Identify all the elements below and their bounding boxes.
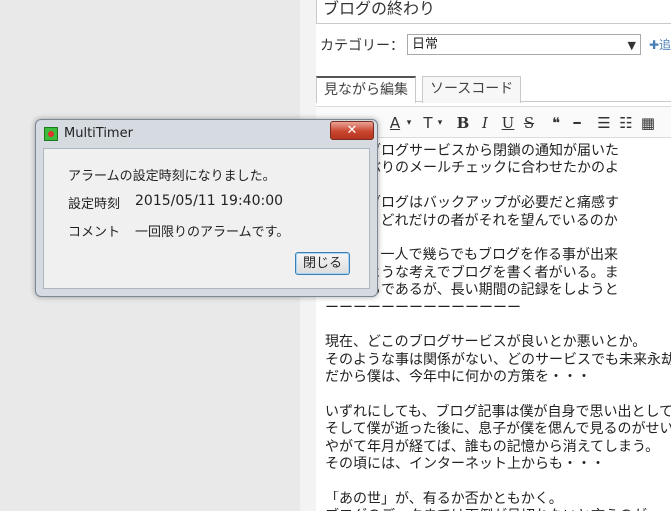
post-body-line <box>325 473 671 490</box>
tab-source-code[interactable]: ソースコード <box>422 76 522 103</box>
close-icon: ✕ <box>346 123 358 138</box>
category-selected-value: 日常 <box>412 37 439 52</box>
category-select[interactable]: 日常 ▼ <box>407 34 641 55</box>
font-color-dropdown-icon[interactable]: ▾ <box>404 113 414 133</box>
bold-button[interactable]: B <box>454 113 472 133</box>
underline-button[interactable]: U <box>499 113 517 133</box>
dialog-body: アラームの設定時刻になりました。 設定時刻 2015/05/11 19:40:0… <box>43 148 370 289</box>
alarm-message: アラームの設定時刻になりました。 <box>68 169 276 184</box>
font-family-button[interactable]: T <box>420 113 436 133</box>
dialog-titlebar[interactable]: MultiTimer ✕ <box>36 120 377 148</box>
strikethrough-button[interactable]: S <box>520 113 538 133</box>
category-label: カテゴリー： <box>320 38 404 54</box>
post-body-line: やがて年月が経てば、誰もの記憶から消えてしまう。 <box>325 438 660 455</box>
post-body-line <box>325 317 671 334</box>
set-time-label: 設定時刻 <box>68 197 121 212</box>
post-body-line: その頃には、インターネット上からも・・・ <box>325 456 605 473</box>
comment-value: 一回限りのアラームです。 <box>135 225 290 240</box>
post-body-line: いずれにしても、ブログ記事は僕が自身で思い出として <box>325 403 671 420</box>
bullet-list-icon[interactable]: ☰ <box>595 113 613 133</box>
post-body-line: そのような事は関係がない、どのサービスでも未来永劫 <box>325 351 671 368</box>
post-body-line: ーーーーーーーーーーーーーー <box>325 299 521 316</box>
quote-icon[interactable]: ❝ <box>547 113 565 133</box>
font-color-button[interactable]: A <box>386 113 404 133</box>
close-button[interactable]: 閉じる <box>295 252 350 275</box>
comment-label: コメント <box>68 225 121 240</box>
post-body-line: 「あの世」が、有るか否かともかく。 <box>325 490 563 507</box>
italic-button[interactable]: I <box>476 113 494 133</box>
table-icon[interactable]: ▦ <box>639 113 657 133</box>
post-body-line <box>325 386 671 403</box>
post-body-line: そして僕が逝った後に、息子が僕を偲んで見るのがせい <box>325 421 671 438</box>
close-window-button[interactable]: ✕ <box>330 121 374 140</box>
font-family-dropdown-icon[interactable]: ▾ <box>435 113 445 133</box>
horizontal-rule-icon[interactable]: ━ <box>568 113 586 133</box>
post-body-line: だから僕は、今年中に何かの方策を・・・ <box>325 369 591 386</box>
editor-tabs: 見ながら編集 ソースコード <box>316 76 671 103</box>
set-time-value: 2015/05/11 19:40:00 <box>135 193 284 209</box>
post-title-input[interactable]: ブログの終わり <box>316 0 671 24</box>
tab-visual-edit[interactable]: 見ながら編集 <box>316 76 416 103</box>
add-category-link[interactable]: ✚追 <box>649 36 671 53</box>
multitimer-dialog: MultiTimer ✕ アラームの設定時刻になりました。 設定時刻 2015/… <box>35 119 378 297</box>
numbered-list-icon[interactable]: ☷ <box>617 113 635 133</box>
chevron-down-icon: ▼ <box>627 39 636 52</box>
post-body-line: 現在、どこのブログサービスが良いとか悪いとか。 <box>325 334 647 351</box>
dialog-title: MultiTimer <box>64 126 133 141</box>
multitimer-app-icon <box>44 127 58 141</box>
